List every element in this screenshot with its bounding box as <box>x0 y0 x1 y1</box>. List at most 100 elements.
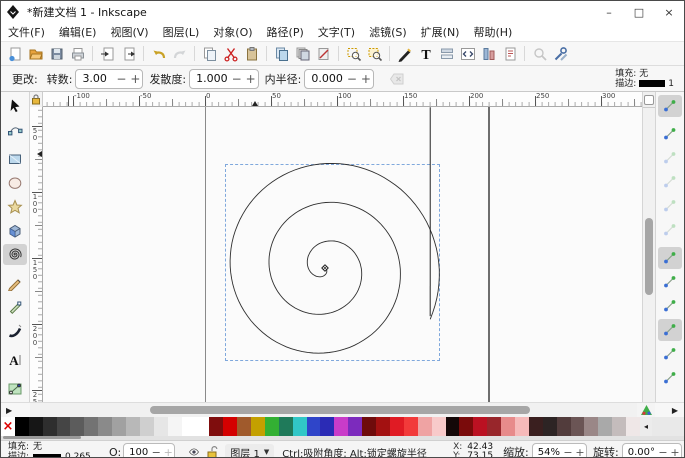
zoom-decrement-button[interactable]: − <box>562 446 574 458</box>
palette-swatch[interactable] <box>598 417 613 436</box>
import-button[interactable] <box>97 44 118 64</box>
palette-swatch[interactable] <box>514 417 529 436</box>
palette-swatch[interactable] <box>264 417 279 436</box>
palette-swatch[interactable] <box>459 417 474 436</box>
layers-dialog-button[interactable] <box>436 44 457 64</box>
copy-button[interactable] <box>199 44 220 64</box>
duplicate-button[interactable] <box>271 44 292 64</box>
color-managed-toggle[interactable] <box>637 404 655 416</box>
paste-button[interactable] <box>241 44 262 64</box>
palette-swatch[interactable] <box>320 417 335 436</box>
rectangle-tool[interactable] <box>3 148 27 170</box>
palette-swatch[interactable] <box>209 417 224 436</box>
turns-value[interactable]: 3.00 <box>76 72 114 85</box>
calligraphy-tool[interactable] <box>3 320 27 342</box>
divergence-increment-button[interactable]: + <box>244 71 258 87</box>
snap-bbox-corner-button[interactable] <box>658 171 682 193</box>
save-button[interactable] <box>46 44 67 64</box>
palette-swatch[interactable] <box>389 417 404 436</box>
inner-radius-value[interactable]: 0.000 <box>305 72 345 85</box>
palette-scrollbar-thumb[interactable] <box>3 436 81 439</box>
redo-button[interactable] <box>169 44 190 64</box>
palette-swatch[interactable] <box>584 417 599 436</box>
snap-bbox-edge-button[interactable] <box>658 147 682 169</box>
palette-swatch-none[interactable]: × <box>1 417 15 436</box>
palette-swatch[interactable] <box>223 417 238 436</box>
vertical-scrollbar-thumb[interactable] <box>645 218 653 295</box>
toolbox-overflow[interactable]: ▶ <box>1 403 30 417</box>
print-button[interactable] <box>67 44 88 64</box>
zoom-spinbox[interactable]: 54% − + <box>531 443 588 458</box>
close-button[interactable]: × <box>654 1 684 23</box>
fill-stroke-indicator[interactable]: 填充: 无 描边: 0.265 <box>3 442 107 457</box>
zoom-drawing-button[interactable] <box>364 44 385 64</box>
palette-swatch[interactable] <box>14 417 29 436</box>
palette-swatch[interactable] <box>139 417 154 436</box>
node-tool[interactable] <box>3 119 27 141</box>
palette-swatch[interactable] <box>417 417 432 436</box>
palette-swatch[interactable] <box>126 417 140 436</box>
menu-item-3[interactable]: 图层(L) <box>156 23 207 41</box>
turns-decrement-button[interactable]: − <box>114 71 128 87</box>
palette-swatch[interactable] <box>348 417 363 436</box>
opacity-increment-button[interactable]: + <box>162 446 174 458</box>
text-tool[interactable]: A <box>3 349 27 371</box>
canvas-corner-button[interactable] <box>643 92 655 108</box>
palette-swatch[interactable] <box>84 417 99 436</box>
layer-selector[interactable]: 图层 1 ▼ <box>225 444 275 457</box>
snap-bbox-center-button[interactable] <box>658 219 682 241</box>
palette-swatch[interactable] <box>626 417 640 436</box>
palette-swatch[interactable] <box>528 417 543 436</box>
export-button[interactable] <box>118 44 139 64</box>
fill-stroke-dialog-button[interactable] <box>394 44 415 64</box>
inner-radius-spinbox[interactable]: 0.000 − + <box>304 68 374 89</box>
menu-item-9[interactable]: 帮助(H) <box>466 23 519 41</box>
opacity-spinbox[interactable]: 100 − + <box>123 443 176 458</box>
pen-tool[interactable] <box>3 296 27 318</box>
divergence-spinbox[interactable]: 1.000 − + <box>189 68 259 89</box>
snap-node-smooth-button[interactable] <box>658 343 682 365</box>
snap-path-intersection-button[interactable] <box>658 295 682 317</box>
vertical-ruler[interactable]: 50 100 150 200 250 <box>30 107 43 402</box>
menu-item-7[interactable]: 滤镜(S) <box>362 23 414 41</box>
inner-radius-decrement-button[interactable]: − <box>345 71 359 87</box>
unlink-clone-button[interactable] <box>313 44 334 64</box>
palette-swatch[interactable] <box>70 417 85 436</box>
horizontal-scrollbar[interactable] <box>30 403 637 417</box>
vertical-scrollbar[interactable] <box>643 108 655 402</box>
inner-radius-increment-button[interactable]: + <box>359 71 373 87</box>
open-button[interactable] <box>25 44 46 64</box>
menu-item-5[interactable]: 路径(P) <box>260 23 311 41</box>
horizontal-ruler[interactable]: -100 -50 0 50 100 150 200 250 300 <box>43 92 642 107</box>
menu-item-2[interactable]: 视图(V) <box>103 23 155 41</box>
snap-enable-button[interactable] <box>658 95 682 117</box>
opacity-value[interactable]: 100 <box>124 447 150 458</box>
layer-visibility-toggle[interactable] <box>185 444 203 457</box>
preferences-button[interactable] <box>550 44 571 64</box>
pencil-tool[interactable] <box>3 272 27 294</box>
palette-swatch[interactable] <box>403 417 418 436</box>
palette-swatch[interactable] <box>570 417 585 436</box>
palette-swatch[interactable] <box>153 417 168 436</box>
menu-item-1[interactable]: 编辑(E) <box>52 23 104 41</box>
divergence-value[interactable]: 1.000 <box>190 72 230 85</box>
snap-line-midpoint-button[interactable] <box>658 367 682 389</box>
rotation-increment-button[interactable]: + <box>669 446 681 458</box>
snap-bbox-edge-midpoint-button[interactable] <box>658 195 682 217</box>
undo-button[interactable] <box>148 44 169 64</box>
rotation-spinbox[interactable]: 0.00° − + <box>621 443 682 458</box>
opacity-decrement-button[interactable]: − <box>150 446 162 458</box>
palette-swatch[interactable] <box>278 417 293 436</box>
menu-item-6[interactable]: 文字(T) <box>311 23 362 41</box>
menu-item-8[interactable]: 扩展(N) <box>414 23 467 41</box>
maximize-button[interactable]: □ <box>624 1 654 23</box>
xml-editor-button[interactable] <box>457 44 478 64</box>
layer-lock-toggle[interactable] <box>203 444 221 457</box>
palette-swatch[interactable] <box>334 417 349 436</box>
canvas[interactable] <box>43 107 642 402</box>
palette-swatch[interactable] <box>362 417 377 436</box>
style-indicator[interactable]: 填充: 无 描边: 1 <box>610 69 674 89</box>
ellipse-tool[interactable] <box>3 172 27 194</box>
selector-tool[interactable] <box>3 95 27 117</box>
palette-swatch[interactable] <box>612 417 627 436</box>
